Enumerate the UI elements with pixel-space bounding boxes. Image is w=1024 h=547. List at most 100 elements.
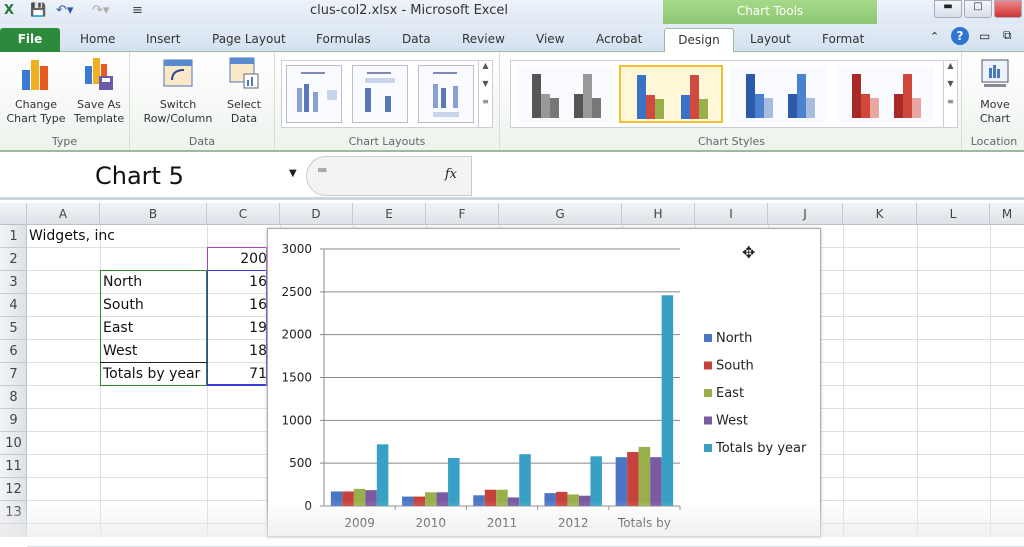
chart-area[interactable]: 0 500 1000 1500 2000 2500 3000 2009 2010 2011 2012… <box>267 228 821 537</box>
row-header[interactable]: 7 <box>0 363 27 386</box>
column-header[interactable]: J <box>768 203 843 225</box>
switch-row-column-button[interactable]: Switch Row/Column <box>138 56 218 126</box>
title-bar: X 💾 ↶▾ ↷▾ ≡ clus-col2.xlsx - Microsoft E… <box>0 0 1024 24</box>
bar-west <box>507 497 520 506</box>
save-template-icon <box>83 56 115 92</box>
name-box[interactable]: Chart 5 <box>0 154 305 198</box>
row-header[interactable]: 8 <box>0 386 27 409</box>
excel-logo-icon[interactable]: X <box>4 3 14 21</box>
undo-icon[interactable]: ↶▾ <box>56 3 73 21</box>
group-label: Chart Styles <box>697 135 766 148</box>
bar-chart-icon <box>20 56 52 92</box>
column-header[interactable]: E <box>353 203 426 225</box>
chart-layout-3[interactable] <box>418 65 474 123</box>
bar-north <box>615 457 628 506</box>
row-header[interactable]: 10 <box>0 432 27 455</box>
row-header[interactable]: 4 <box>0 294 27 317</box>
cell-a1[interactable]: Widgets, inc <box>29 225 229 248</box>
maximize-button[interactable]: □ <box>964 0 992 18</box>
bar-north <box>473 495 485 506</box>
formula-bar-grip-icon[interactable]: ▬ <box>317 163 327 176</box>
tab-format[interactable]: Format <box>814 28 872 52</box>
bar-north <box>544 493 556 506</box>
bar-south <box>413 496 426 506</box>
row-header[interactable]: 6 <box>0 340 27 363</box>
column-header[interactable]: A <box>27 203 100 225</box>
doc-minimize-icon[interactable]: ▭ <box>979 29 990 43</box>
change-chart-type-button[interactable]: Change Chart Type <box>6 56 66 126</box>
bar-west <box>436 492 449 506</box>
column-header[interactable]: F <box>426 203 499 225</box>
bar-totals-by-year <box>661 295 674 506</box>
bar-totals-by-year <box>448 458 460 506</box>
row-header[interactable]: 9 <box>0 409 27 432</box>
group-chart-layouts: ▲ ▼ ≡ Chart Layouts <box>275 52 500 150</box>
column-header[interactable]: M <box>990 203 1024 225</box>
category-range-highlight <box>207 247 267 271</box>
tab-review[interactable]: Review <box>454 28 513 52</box>
chart-layout-2[interactable] <box>352 65 408 123</box>
select-all-button[interactable] <box>0 203 27 225</box>
values-range-highlight <box>207 270 267 386</box>
chart-layouts-gallery: ▲ ▼ ≡ <box>281 60 493 128</box>
column-header[interactable]: B <box>100 203 207 225</box>
y-tick-label: 0 <box>304 499 312 513</box>
column-header[interactable]: H <box>622 203 695 225</box>
bar-south <box>627 452 639 506</box>
row-header[interactable]: 13 <box>0 501 27 524</box>
row-header[interactable]: 5 <box>0 317 27 340</box>
formula-input[interactable] <box>473 156 1024 196</box>
save-icon[interactable]: 💾 <box>30 3 46 21</box>
name-box-dropdown-icon[interactable]: ▼ <box>289 168 297 179</box>
column-header[interactable]: G <box>499 203 622 225</box>
help-icon[interactable]: ? <box>951 27 969 45</box>
column-header[interactable]: C <box>207 203 280 225</box>
row-header[interactable]: 11 <box>0 455 27 478</box>
chart-style-4[interactable] <box>835 65 935 123</box>
column-header[interactable]: D <box>280 203 353 225</box>
tab-formulas[interactable]: Formulas <box>308 28 379 52</box>
chart-layouts-more-button[interactable]: ▲ ▼ ≡ <box>478 61 492 127</box>
chart-styles-more-button[interactable]: ▲ ▼ ≡ <box>943 61 957 127</box>
y-tick-label: 500 <box>289 456 312 470</box>
row-header[interactable]: 12 <box>0 478 27 501</box>
bar-east <box>567 494 579 506</box>
chart-style-2[interactable] <box>619 65 723 123</box>
group-data: Switch Row/Column Select Data Data <box>130 52 275 150</box>
select-data-button[interactable]: Select Data <box>222 56 266 126</box>
bar-totals-by-year <box>590 456 602 506</box>
minimize-button[interactable]: ▬ <box>934 0 962 18</box>
customize-qat-icon[interactable]: ≡ <box>132 3 143 21</box>
move-chart-button[interactable]: Move Chart <box>970 56 1020 126</box>
column-header[interactable]: L <box>917 203 990 225</box>
tab-file[interactable]: File <box>0 28 60 52</box>
totals-border <box>100 362 207 363</box>
x-tick-label: 2012 <box>558 516 589 530</box>
row-header[interactable]: 2 <box>0 248 27 271</box>
tab-home[interactable]: Home <box>72 28 123 52</box>
tab-page-layout[interactable]: Page Layout <box>204 28 294 52</box>
ribbon: Change Chart Type Save As Template Type … <box>0 52 1024 152</box>
tab-view[interactable]: View <box>528 28 572 52</box>
legend-swatch <box>704 361 712 370</box>
insert-function-icon[interactable]: fx <box>445 167 457 182</box>
tab-acrobat[interactable]: Acrobat <box>588 28 650 52</box>
chart-layout-1[interactable] <box>286 65 342 123</box>
chart-style-3[interactable] <box>729 65 829 123</box>
switch-row-column-icon <box>162 56 194 92</box>
tab-layout[interactable]: Layout <box>742 28 799 52</box>
doc-restore-icon[interactable]: ⧉ <box>1003 28 1012 43</box>
close-button[interactable] <box>994 0 1022 18</box>
tab-design[interactable]: Design <box>664 28 734 52</box>
row-header[interactable]: 3 <box>0 271 27 294</box>
column-header[interactable]: K <box>843 203 917 225</box>
tab-insert[interactable]: Insert <box>138 28 188 52</box>
chart-style-1[interactable] <box>515 65 615 123</box>
legend-label: West <box>716 414 748 429</box>
row-header[interactable]: 1 <box>0 225 27 248</box>
save-as-template-button[interactable]: Save As Template <box>70 56 128 126</box>
column-header[interactable]: I <box>695 203 768 225</box>
collapse-ribbon-icon[interactable]: ⌃ <box>930 30 939 43</box>
tab-data[interactable]: Data <box>394 28 439 52</box>
redo-icon[interactable]: ↷▾ <box>92 3 109 21</box>
